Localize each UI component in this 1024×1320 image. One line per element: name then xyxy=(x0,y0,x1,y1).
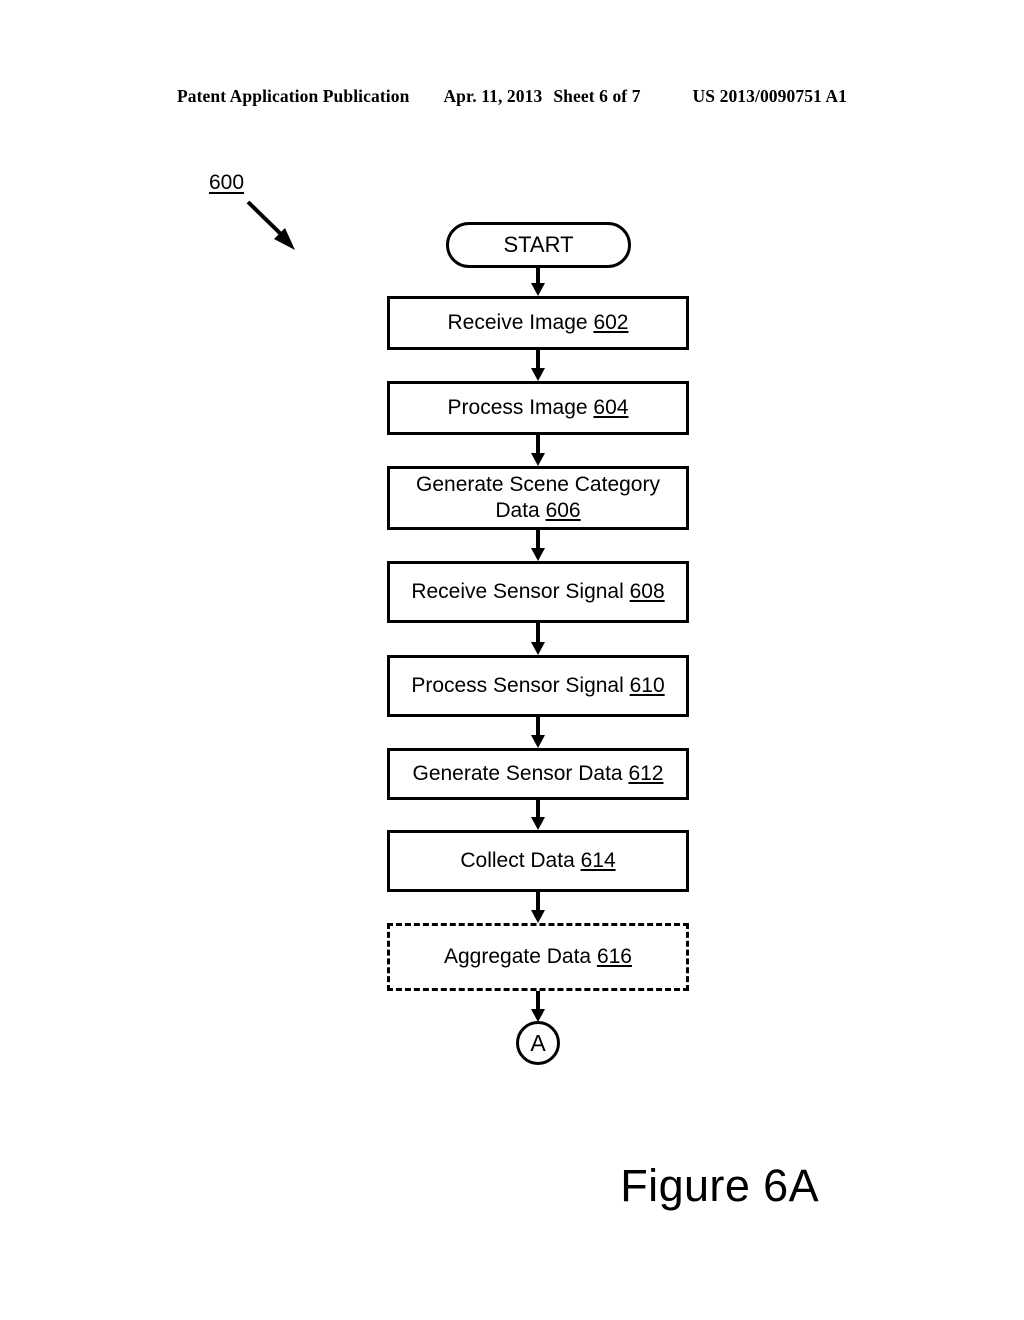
flow-node-608-label: Receive Sensor Signal 608 xyxy=(411,580,665,604)
flow-node-610-number: 610 xyxy=(629,674,665,698)
flow-node-616-number: 616 xyxy=(596,945,632,969)
flow-arrow-614-to-616 xyxy=(531,892,545,923)
flow-connector-a-label: A xyxy=(530,1029,546,1056)
flow-node-610-label: Process Sensor Signal 610 xyxy=(411,674,665,698)
flow-arrow-606-to-608 xyxy=(531,530,545,561)
flow-node-614: Collect Data 614 xyxy=(387,830,689,892)
flow-arrow-604-to-606 xyxy=(531,435,545,466)
flow-node-602: Receive Image 602 xyxy=(387,296,689,350)
flow-arrow-start-to-602 xyxy=(531,268,545,296)
flow-node-604: Process Image 604 xyxy=(387,381,689,435)
flow-arrow-602-to-604 xyxy=(531,350,545,381)
flow-node-602-label: Receive Image 602 xyxy=(447,311,629,335)
flow-node-608-number: 608 xyxy=(629,580,665,604)
flow-node-610: Process Sensor Signal 610 xyxy=(387,655,689,717)
flow-arrow-610-to-612 xyxy=(531,717,545,748)
flow-connector-a: A xyxy=(516,1021,560,1065)
flowchart-600: START Receive Image 602 Process Image 60… xyxy=(0,0,1024,1320)
flow-node-612-label: Generate Sensor Data 612 xyxy=(412,762,664,786)
flow-node-604-number: 604 xyxy=(593,396,629,420)
flow-node-start-label: START xyxy=(503,232,574,257)
flow-node-614-number: 614 xyxy=(580,849,616,873)
flow-node-606: Generate Scene Category Data 606 xyxy=(387,466,689,530)
flow-node-606-label: Generate Scene Category Data 606 xyxy=(416,473,660,522)
flow-node-start: START xyxy=(446,222,631,268)
flow-arrow-616-to-connector xyxy=(531,991,545,1022)
flow-node-612-number: 612 xyxy=(628,762,664,786)
flow-node-606-number: 606 xyxy=(545,499,581,522)
flow-node-614-label: Collect Data 614 xyxy=(460,849,616,873)
flow-node-612: Generate Sensor Data 612 xyxy=(387,748,689,800)
flow-node-608: Receive Sensor Signal 608 xyxy=(387,561,689,623)
flow-node-616-label: Aggregate Data 616 xyxy=(444,945,632,969)
figure-caption: Figure 6A xyxy=(620,1160,819,1211)
flow-node-602-number: 602 xyxy=(593,311,629,335)
flow-arrow-608-to-610 xyxy=(531,623,545,655)
flow-node-616: Aggregate Data 616 xyxy=(387,923,689,991)
flow-arrow-612-to-614 xyxy=(531,800,545,830)
flow-node-604-label: Process Image 604 xyxy=(447,396,629,420)
